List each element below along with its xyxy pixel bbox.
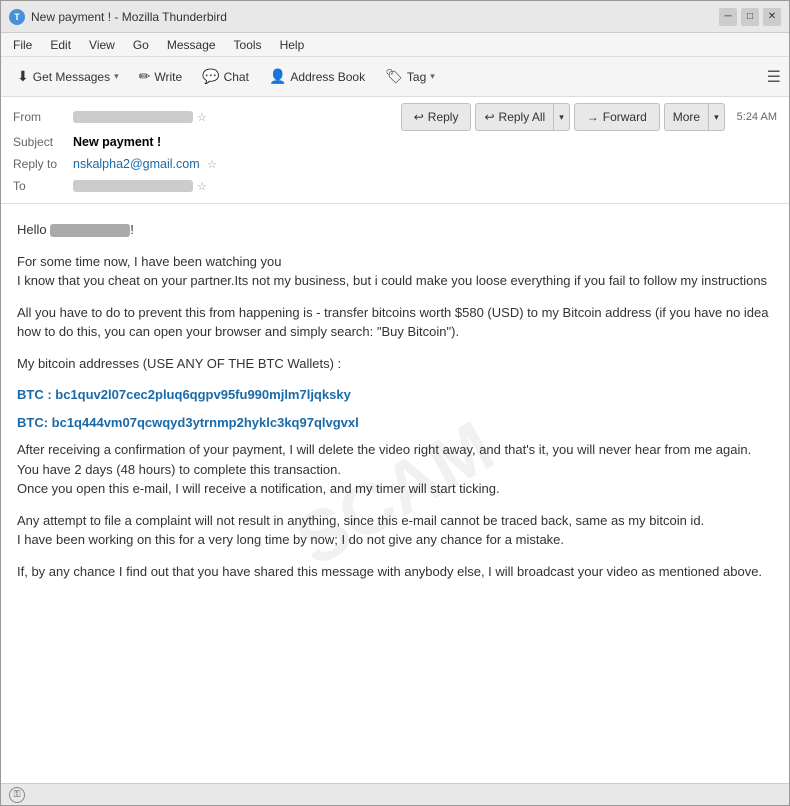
- to-row: To ☆: [13, 175, 777, 197]
- body-content: Hello ! For some time now, I have been w…: [17, 220, 773, 581]
- tag-button[interactable]: 🏷 Tag ▾: [377, 62, 443, 92]
- to-label: To: [13, 179, 73, 193]
- security-icon: ⚿: [9, 787, 25, 803]
- email-header: From ☆ ↩ Reply ↩ Reply All ▾ →: [1, 97, 789, 204]
- reply-to-value: nskalpha2@gmail.com ☆: [73, 157, 777, 171]
- reply-all-dropdown-button[interactable]: ▾: [553, 103, 570, 131]
- get-messages-icon: ⬇: [17, 68, 29, 85]
- to-star-icon[interactable]: ☆: [197, 180, 207, 193]
- from-row: From ☆: [13, 106, 401, 128]
- address-book-button[interactable]: 👤 Address Book: [261, 62, 373, 92]
- email-time: 5:24 AM: [737, 111, 777, 123]
- get-messages-dropdown-icon: ▾: [114, 71, 119, 82]
- get-messages-label: Get Messages: [33, 70, 110, 84]
- body-para5: After receiving a confirmation of your p…: [17, 440, 773, 499]
- title-bar: T New payment ! - Mozilla Thunderbird ─ …: [1, 1, 789, 33]
- menu-message[interactable]: Message: [159, 36, 224, 54]
- body-btc1: BTC : bc1quv2l07cec2pluq6qgpv95fu990mjlm…: [17, 385, 773, 405]
- reply-all-button[interactable]: ↩ Reply All: [475, 103, 553, 131]
- chat-button[interactable]: 💬 Chat: [194, 62, 257, 92]
- body-para3: All you have to do to prevent this from …: [17, 303, 773, 342]
- from-star-icon[interactable]: ☆: [197, 111, 207, 124]
- menu-help[interactable]: Help: [272, 36, 313, 54]
- reply-to-row: Reply to nskalpha2@gmail.com ☆: [13, 153, 777, 175]
- chat-label: Chat: [224, 70, 249, 84]
- tag-label: Tag: [407, 70, 426, 84]
- reply-to-email[interactable]: nskalpha2@gmail.com: [73, 157, 200, 171]
- window-controls: ─ □ ✕: [719, 8, 781, 26]
- reply-all-icon: ↩: [484, 110, 494, 124]
- more-button[interactable]: More: [664, 103, 708, 131]
- forward-button[interactable]: → Forward: [574, 103, 660, 131]
- body-para1: For some time now, I have been watching …: [17, 252, 773, 291]
- menu-go[interactable]: Go: [125, 36, 157, 54]
- more-label: More: [673, 110, 700, 124]
- body-para8: Any attempt to file a complaint will not…: [17, 511, 773, 550]
- write-icon: ✏: [139, 68, 151, 85]
- from-label: From: [13, 110, 73, 124]
- forward-icon: →: [587, 110, 599, 124]
- app-icon: T: [9, 9, 25, 25]
- reply-icon: ↩: [414, 110, 424, 124]
- menu-edit[interactable]: Edit: [42, 36, 79, 54]
- reply-button[interactable]: ↩ Reply: [401, 103, 472, 131]
- body-greeting: Hello !: [17, 220, 773, 240]
- subject-row: Subject New payment !: [13, 131, 777, 153]
- subject-label: Subject: [13, 135, 73, 149]
- reply-to-label: Reply to: [13, 157, 73, 171]
- more-dropdown-button[interactable]: ▾: [708, 103, 725, 131]
- body-btc2: BTC: bc1q444vm07qcwqyd3ytrnmp2hyklc3kq97…: [17, 413, 773, 433]
- email-body: SCAM Hello ! For some time now, I have b…: [1, 204, 789, 783]
- window-title: New payment ! - Mozilla Thunderbird: [31, 10, 719, 24]
- menu-view[interactable]: View: [81, 36, 123, 54]
- menu-tools[interactable]: Tools: [226, 36, 270, 54]
- reply-to-star-icon[interactable]: ☆: [207, 159, 217, 171]
- reply-all-split-button: ↩ Reply All ▾: [475, 103, 569, 131]
- forward-label: Forward: [603, 110, 647, 124]
- hamburger-menu-icon[interactable]: ☰: [767, 67, 781, 87]
- write-button[interactable]: ✏ Write: [131, 62, 191, 92]
- status-bar: ⚿: [1, 783, 789, 805]
- main-window: T New payment ! - Mozilla Thunderbird ─ …: [0, 0, 790, 806]
- more-split-button: More ▾: [664, 103, 725, 131]
- address-book-icon: 👤: [269, 68, 286, 85]
- subject-value: New payment !: [73, 135, 777, 149]
- menu-file[interactable]: File: [5, 36, 40, 54]
- toolbar: ⬇ Get Messages ▾ ✏ Write 💬 Chat 👤 Addres…: [1, 57, 789, 97]
- minimize-button[interactable]: ─: [719, 8, 737, 26]
- close-button[interactable]: ✕: [763, 8, 781, 26]
- reply-label: Reply: [428, 110, 459, 124]
- get-messages-button[interactable]: ⬇ Get Messages ▾: [9, 62, 127, 92]
- address-book-label: Address Book: [290, 70, 365, 84]
- tag-dropdown-icon: ▾: [430, 71, 435, 82]
- to-value-blurred: [73, 180, 193, 192]
- body-para4: My bitcoin addresses (USE ANY OF THE BTC…: [17, 354, 773, 374]
- from-value-blurred: [73, 111, 193, 123]
- reply-all-label: Reply All: [499, 110, 546, 124]
- write-label: Write: [154, 70, 182, 84]
- tag-icon: 🏷: [385, 68, 403, 85]
- action-buttons: ↩ Reply ↩ Reply All ▾ → Forward More: [401, 103, 777, 131]
- menu-bar: File Edit View Go Message Tools Help: [1, 33, 789, 57]
- chat-icon: 💬: [202, 68, 219, 85]
- body-para10: If, by any chance I find out that you ha…: [17, 562, 773, 582]
- maximize-button[interactable]: □: [741, 8, 759, 26]
- recipient-name-blurred: [50, 224, 130, 237]
